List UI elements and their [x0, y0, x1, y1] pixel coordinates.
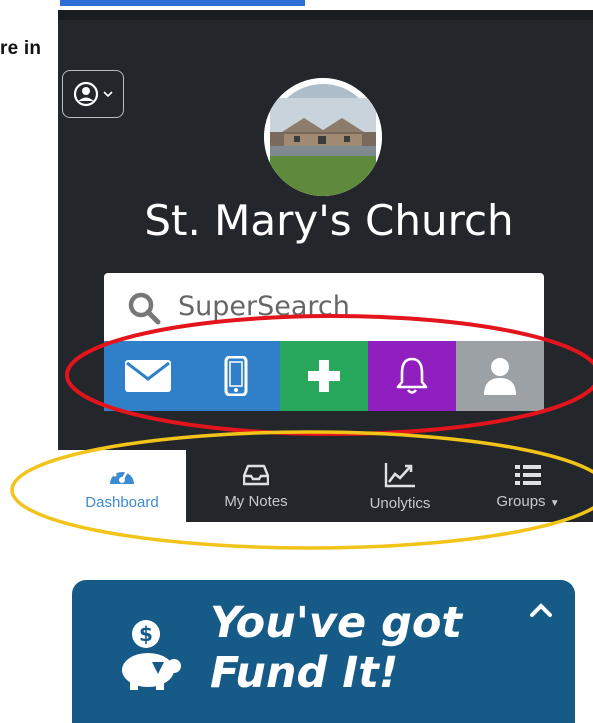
inbox-tray-icon: [243, 464, 269, 485]
dashboard-gauge-icon: [110, 466, 134, 484]
chart-line-icon: [384, 462, 415, 487]
alerts-button[interactable]: [368, 341, 456, 411]
search-icon: [128, 292, 161, 325]
piggy-bank-dollar-icon: $: [122, 620, 181, 690]
tab-label-text: Groups: [496, 492, 546, 510]
quick-actions-bar: [104, 341, 544, 411]
chevron-down-icon: [102, 91, 113, 98]
chevron-up-icon[interactable]: [528, 600, 554, 620]
fund-card-title-line1: You've got: [210, 598, 462, 648]
tab-groups[interactable]: Groups ▼: [464, 450, 592, 522]
mobile-button[interactable]: [192, 341, 280, 411]
email-button[interactable]: [104, 341, 192, 411]
fund-card-title-line2: Fund It!: [210, 648, 399, 698]
tab-label: Unolytics: [369, 494, 431, 512]
status-bar: [58, 10, 593, 20]
search-input[interactable]: SuperSearch: [178, 291, 350, 322]
cropped-heading-text: re in: [0, 38, 42, 59]
organization-name: St. Mary's Church: [144, 196, 514, 245]
bell-icon: [396, 357, 428, 394]
tab-label: Groups ▼: [496, 493, 559, 510]
person-button[interactable]: [456, 341, 544, 411]
user-icon: [484, 358, 516, 395]
envelope-icon: [125, 360, 171, 392]
list-icon: [515, 464, 541, 485]
tab-unolytics[interactable]: Unolytics: [336, 450, 464, 522]
fund-card-title: You've got Fund It!: [210, 598, 462, 698]
tab-dashboard[interactable]: Dashboard: [58, 450, 186, 522]
plus-icon: [308, 360, 340, 392]
user-circle-icon: [73, 81, 98, 107]
caret-down-icon: ▼: [549, 497, 560, 509]
add-button[interactable]: [280, 341, 368, 411]
svg-text:$: $: [139, 622, 153, 646]
user-menu-button[interactable]: [62, 70, 124, 118]
phone-icon: [224, 356, 248, 396]
tab-my-notes[interactable]: My Notes: [192, 450, 320, 522]
tab-label: My Notes: [224, 492, 288, 510]
church-photo-icon: [264, 78, 382, 196]
church-avatar[interactable]: [264, 78, 382, 196]
top-link-bar: [60, 0, 305, 6]
tab-label: Dashboard: [85, 493, 159, 511]
